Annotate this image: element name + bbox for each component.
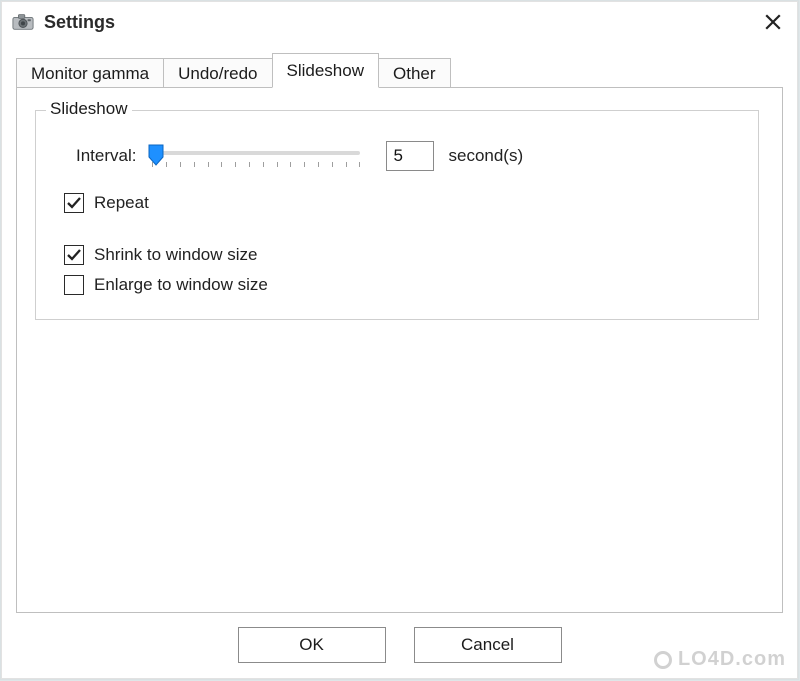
slider-ticks [152,162,360,168]
repeat-row: Repeat [64,193,740,213]
enlarge-label: Enlarge to window size [94,275,268,295]
shrink-row: Shrink to window size [64,245,740,265]
interval-input[interactable] [386,141,434,171]
groupbox-legend: Slideshow [46,99,132,119]
enlarge-checkbox[interactable] [64,275,84,295]
interval-slider[interactable] [146,142,366,170]
interval-row: Interval: second(s) [76,141,740,171]
shrink-label: Shrink to window size [94,245,257,265]
enlarge-row: Enlarge to window size [64,275,740,295]
tabpanel-slideshow: Slideshow Interval: [16,87,783,613]
tab-monitor-gamma[interactable]: Monitor gamma [16,58,164,89]
slider-thumb[interactable] [148,144,164,166]
interval-label: Interval: [76,146,136,166]
interval-unit: second(s) [448,146,523,166]
dialog-body: Monitor gamma Undo/redo Slideshow Other … [2,42,797,663]
shrink-checkbox[interactable] [64,245,84,265]
slider-track [152,151,360,155]
repeat-checkbox[interactable] [64,193,84,213]
tab-undo-redo[interactable]: Undo/redo [163,58,272,89]
tab-other[interactable]: Other [378,58,451,89]
cancel-button[interactable]: Cancel [414,627,562,663]
titlebar: Settings [2,2,797,42]
dialog-buttons: OK Cancel [16,627,783,663]
repeat-label: Repeat [94,193,149,213]
close-button[interactable] [759,8,787,36]
app-icon [12,11,34,33]
tabstrip: Monitor gamma Undo/redo Slideshow Other [16,52,783,87]
check-icon [66,247,82,263]
ok-button[interactable]: OK [238,627,386,663]
slideshow-groupbox: Slideshow Interval: [35,110,759,320]
tab-slideshow[interactable]: Slideshow [272,53,380,88]
check-icon [66,195,82,211]
close-icon [765,14,781,30]
settings-dialog: Settings Monitor gamma Undo/redo Slidesh… [1,1,798,679]
window-title: Settings [44,12,115,33]
